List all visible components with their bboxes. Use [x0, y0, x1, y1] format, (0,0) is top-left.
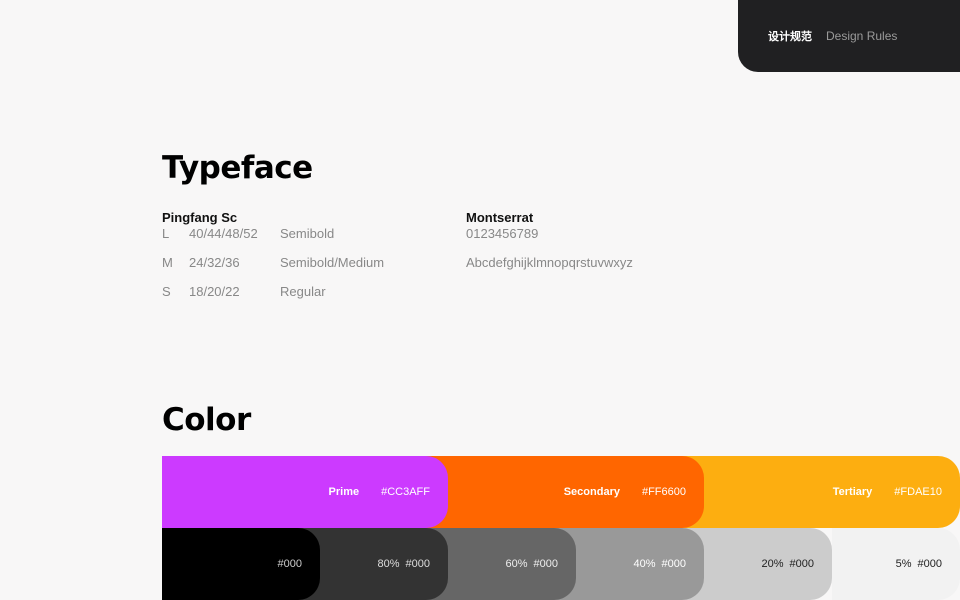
- swatch-hex: #000: [277, 558, 302, 570]
- gray-color-swatches: #000 80% #000 60% #000 40% #000 20% #000 5% #000: [162, 528, 960, 600]
- alphabet-sample: Abcdefghijklmnopqrstuvwxyz: [466, 255, 633, 270]
- swatch-hex: #000: [917, 558, 942, 570]
- size-weight: Regular: [280, 284, 326, 299]
- swatch-percent: 20%: [761, 558, 784, 570]
- top-nav-bar: 设计规范 Design Rules: [738, 0, 960, 72]
- size-label: L: [162, 226, 170, 241]
- size-label: M: [162, 255, 173, 270]
- size-label: S: [162, 284, 171, 299]
- nav-label-design-rules-zh[interactable]: 设计规范: [768, 28, 812, 44]
- font-size-row-medium: M 24/32/36 Semibold/Medium: [162, 255, 384, 284]
- swatch-percent: 5%: [895, 558, 912, 570]
- swatch-name: Tertiary: [832, 486, 873, 498]
- primary-color-swatches: Prime #CC3AFF Secondary #FF6600 Tertiary #FDA…: [162, 456, 960, 528]
- font-name-montserrat: Montserrat: [466, 210, 534, 225]
- swatch-hex: #000: [405, 558, 430, 570]
- size-weight: Semibold: [280, 226, 335, 241]
- font-size-row-small: S 18/20/22 Regular: [162, 284, 326, 313]
- digits-sample: 0123456789: [466, 226, 539, 241]
- primary-color-swatch: Secondary #FF6600: [418, 456, 704, 528]
- typeface-title: Typeface: [162, 150, 313, 186]
- size-weight: Semibold/Medium: [280, 255, 385, 270]
- swatch-hex: #FDAE10: [894, 486, 942, 498]
- gray-color-swatch: 5% #000: [832, 528, 960, 600]
- swatch-percent: 60%: [505, 558, 528, 570]
- color-title: Color: [162, 402, 251, 438]
- swatch-percent: 80%: [377, 558, 400, 570]
- font-size-row-large: L 40/44/48/52 Semibold: [162, 226, 334, 255]
- font-name-pingfang: Pingfang Sc: [162, 210, 238, 225]
- gray-color-swatch: #000: [162, 528, 320, 600]
- size-values: 18/20/22: [189, 284, 240, 299]
- swatch-name: Prime: [328, 486, 360, 498]
- swatch-hex: #000: [661, 558, 686, 570]
- montserrat-font-spec: Montserrat 0123456789 Abcdefghijklmnopqr…: [466, 210, 633, 284]
- pingfang-font-spec: Pingfang Sc L 40/44/48/52 Semibold M 24/…: [162, 210, 384, 313]
- nav-label-design-rules-en[interactable]: Design Rules: [826, 29, 897, 43]
- swatch-hex: #FF6600: [641, 486, 686, 498]
- swatch-hex: #CC3AFF: [381, 486, 430, 498]
- swatch-hex: #000: [789, 558, 814, 570]
- swatch-percent: 40%: [633, 558, 656, 570]
- swatch-hex: #000: [533, 558, 558, 570]
- size-values: 40/44/48/52: [189, 226, 258, 241]
- swatch-name: Secondary: [563, 486, 620, 498]
- size-values: 24/32/36: [189, 255, 240, 270]
- primary-color-swatch: Tertiary #FDAE10: [674, 456, 960, 528]
- primary-color-swatch: Prime #CC3AFF: [162, 456, 448, 528]
